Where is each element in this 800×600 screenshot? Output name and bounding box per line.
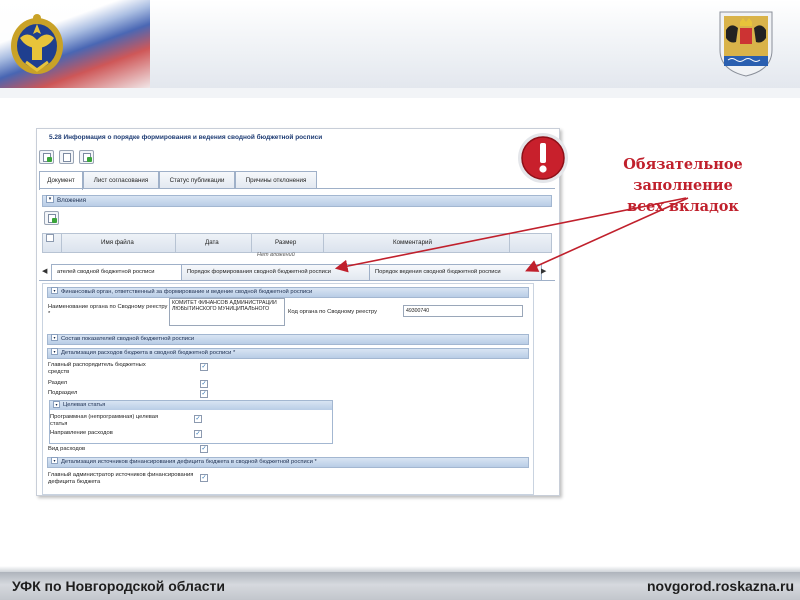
tab-rejection-reasons[interactable]: Причины отклонения [235,171,317,189]
org-code-field[interactable]: 49300740 [403,305,523,317]
slide-footer: УФК по Новгородской области novgorod.ros… [0,572,800,600]
target-article-group: ▾ Целевая статья Программная (непрограммн… [49,400,333,444]
source-item-label: Главный администратор источников финанси… [48,472,194,485]
column-size[interactable]: Размер [275,239,296,246]
source-item-checkbox[interactable]: ✓ [200,474,208,482]
target-article-header[interactable]: ▾ Целевая статья [50,401,332,410]
double-headed-eagle-emblem-icon [11,14,63,74]
org-section-header[interactable]: ▾ Финансовый орган, ответственный за форм… [47,287,529,298]
inner-tabs: ◀ ателей сводной бюджетной росписи Поряд… [39,263,555,281]
form-title: 5.28 Информация о порядке формирования и… [49,134,323,141]
indicators-section-label: Состав показателей сводной бюджетной рос… [61,336,195,343]
column-comment[interactable]: Комментарий [393,239,432,246]
collapse-icon[interactable]: ▾ [51,457,58,464]
target-item-label: Программная (непрограммная) целевая стат… [50,414,159,427]
org-section-label: Финансовый орган, ответственный за форми… [61,289,313,296]
expense-item-checkbox[interactable]: ✓ [200,390,208,398]
attachments-grid-header: Имя файла Дата Размер Комментарий [42,233,552,253]
expense-type-checkbox[interactable]: ✓ [200,445,208,453]
annotation-line-1: Обязательное заполнение [623,156,743,194]
target-article-label: Целевая статья [63,402,106,409]
annotation-text: Обязательное заполнение всех вкладок [572,154,794,217]
novgorod-coat-of-arms-icon [719,11,773,77]
scroll-left-icon[interactable]: ◀ [42,267,47,275]
expenses-subsection-header[interactable]: ▾ Детализация расходов бюджета в сводной … [47,348,529,359]
sources-subsection-header[interactable]: ▾ Детализация источников финансирования д… [47,457,529,468]
footer-website: novgorod.roskazna.ru [646,578,794,594]
save-document-icon[interactable] [79,150,94,164]
collapse-icon[interactable]: ▾ [53,401,60,408]
slide-header [0,0,800,88]
collapse-icon[interactable]: ▾ [51,348,58,355]
attachments-section-header[interactable]: ▾ Вложения [42,195,552,207]
header-gap [0,88,800,98]
tab-publication-status[interactable]: Статус публикации [159,171,235,189]
attachments-label: Вложения [57,197,86,204]
tab-indicators[interactable]: ателей сводной бюджетной росписи [51,264,186,281]
copy-document-icon[interactable] [59,150,74,164]
target-item-label: Направление расходов [50,430,113,436]
tab-divider [39,188,555,189]
exclamation-warning-icon [518,133,568,183]
form-content: ▾ Финансовый орган, ответственный за форм… [42,283,534,495]
collapse-icon[interactable]: ▾ [46,195,54,204]
footer-organization: УФК по Новгородской области [12,578,225,594]
annotation-line-2: всех вкладок [627,198,739,215]
sources-subsection-label: Детализация источников финансирования де… [61,459,317,466]
org-name-field[interactable]: КОМИТЕТ ФИНАНСОВ АДМИНИСТРАЦИИ ЛЮБЫТИНСК… [169,298,285,326]
org-name-label: Наименование органа по Сводному реестру … [48,304,168,317]
expense-item-label: Главный распорядитель бюджетных средств [48,362,146,375]
column-file-name[interactable]: Имя файла [101,239,134,246]
tab-maintenance-procedure[interactable]: Порядок ведения сводной бюджетной роспис… [369,264,542,281]
select-all-checkbox[interactable] [46,234,54,242]
expense-item-label: Подраздел [48,390,78,396]
expenses-subsection-label: Детализация расходов бюджета в сводной б… [61,350,236,357]
indicators-section-header[interactable]: ▾ Состав показателей сводной бюджетной ро… [47,334,529,345]
column-date[interactable]: Дата [205,239,219,246]
add-document-icon[interactable] [39,150,54,164]
tab-approval-sheet[interactable]: Лист согласования [83,171,159,189]
embedded-screenshot: 5.28 Информация о порядке формирования и… [36,128,560,496]
org-code-label: Код органа по Сводному реестру [288,309,378,315]
target-item-checkbox[interactable]: ✓ [194,430,202,438]
scroll-right-icon[interactable]: ▶ [541,267,546,275]
expense-item-checkbox[interactable]: ✓ [200,380,208,388]
collapse-icon[interactable]: ▾ [51,287,58,294]
expense-type-label: Вид расходов [48,446,86,452]
expense-item-label: Раздел [48,380,68,386]
target-item-checkbox[interactable]: ✓ [194,415,202,423]
collapse-icon[interactable]: ▾ [51,334,58,341]
empty-attachments-text: Нет вложений [257,252,295,258]
expense-item-checkbox[interactable]: ✓ [200,363,208,371]
tab-formation-procedure[interactable]: Порядок формирования сводной бюджетной р… [181,264,374,281]
add-attachment-icon[interactable] [44,211,59,225]
